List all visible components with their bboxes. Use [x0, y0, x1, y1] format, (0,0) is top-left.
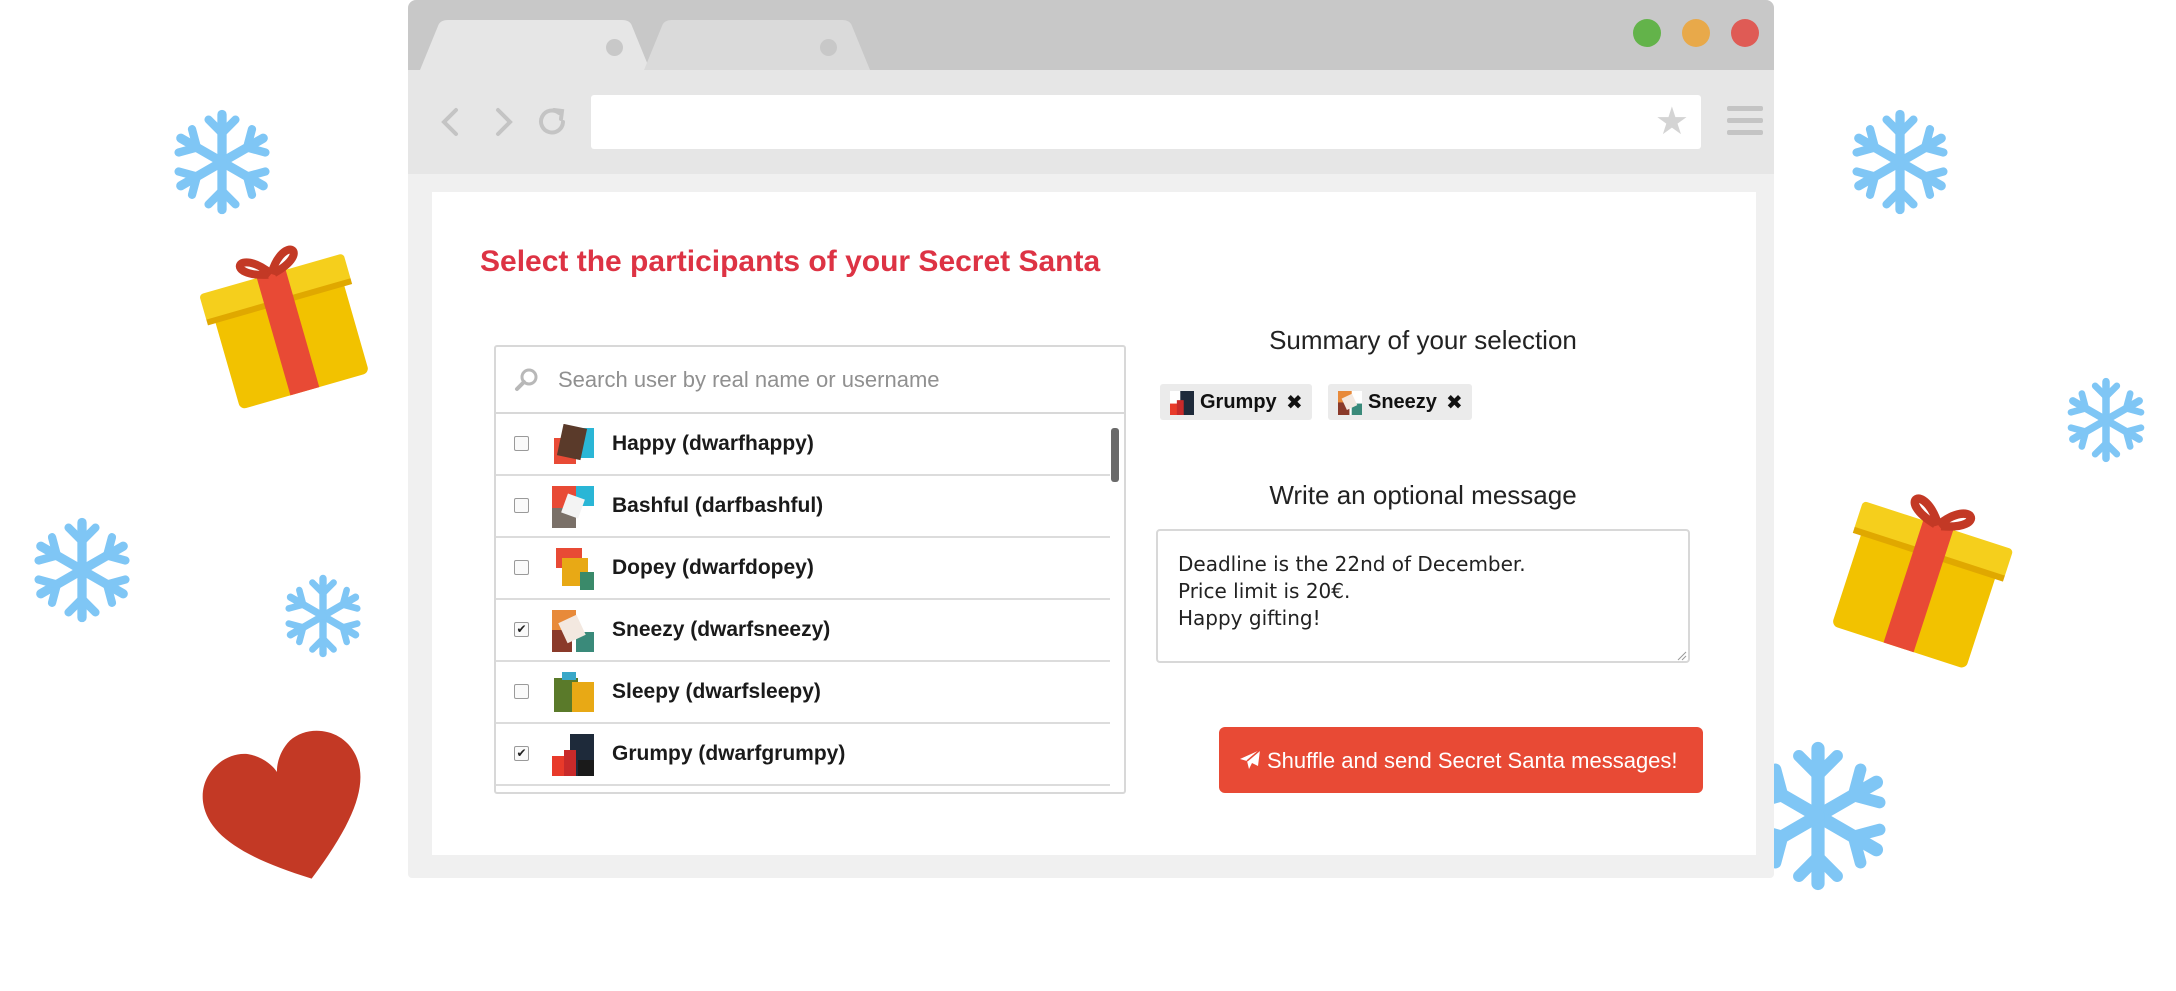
user-avatar	[552, 672, 594, 714]
user-picker: Happy (dwarfhappy) Bashful (darfbashful)…	[494, 345, 1126, 794]
user-checkbox[interactable]	[514, 436, 529, 451]
snowflake-icon	[1838, 100, 1962, 224]
browser-toolbar: ★	[408, 70, 1774, 174]
snowflake-icon	[160, 100, 284, 224]
hamburger-menu-icon[interactable]	[1727, 106, 1763, 138]
browser-tab-active[interactable]	[420, 20, 650, 70]
forward-arrow-icon[interactable]	[482, 102, 522, 142]
user-avatar	[552, 734, 594, 776]
user-name: Dopey (dwarfdopey)	[612, 556, 814, 579]
heart-icon	[202, 730, 361, 879]
browser-titlebar	[408, 0, 1774, 70]
search-input[interactable]	[556, 359, 1100, 401]
scrollbar-thumb[interactable]	[1111, 428, 1119, 482]
user-row-dopey[interactable]: Dopey (dwarfdopey)	[496, 538, 1110, 600]
user-row-bashful[interactable]: Bashful (darfbashful)	[496, 476, 1110, 538]
tab-close-icon[interactable]	[606, 39, 623, 56]
user-list-scrollbar[interactable]	[1108, 414, 1122, 790]
paper-plane-icon	[1240, 749, 1261, 769]
address-bar[interactable]: ★	[591, 95, 1701, 149]
page-title: Select the participants of your Secret S…	[480, 245, 1101, 278]
chip-label: Grumpy	[1200, 391, 1277, 413]
user-name: Bashful (darfbashful)	[612, 494, 824, 517]
reload-icon[interactable]	[532, 102, 572, 142]
user-row-happy[interactable]: Happy (dwarfhappy)	[496, 414, 1110, 476]
browser-tab[interactable]	[644, 20, 870, 70]
user-list: Happy (dwarfhappy) Bashful (darfbashful)…	[496, 414, 1110, 786]
window-close-button[interactable]	[1731, 19, 1759, 47]
shuffle-send-button[interactable]: Shuffle and send Secret Santa messages!	[1219, 727, 1703, 793]
search-icon	[515, 368, 538, 391]
user-avatar	[552, 548, 594, 590]
page-content: Select the participants of your Secret S…	[432, 192, 1756, 855]
remove-icon[interactable]: ✖	[1286, 390, 1303, 414]
window-minimize-button[interactable]	[1682, 19, 1710, 47]
user-row-grumpy[interactable]: ✔ Grumpy (dwarfgrumpy)	[496, 724, 1110, 786]
gift-icon	[1833, 494, 2013, 668]
user-name: Happy (dwarfhappy)	[612, 432, 814, 455]
user-name: Grumpy (dwarfgrumpy)	[612, 742, 846, 765]
search-row	[496, 347, 1124, 414]
user-checkbox[interactable]: ✔	[514, 622, 529, 637]
snowflake-icon	[20, 508, 144, 632]
send-button-label: Shuffle and send Secret Santa messages!	[1267, 748, 1678, 773]
user-name: Sleepy (dwarfsleepy)	[612, 680, 821, 703]
browser-window: ★ Select the participants of your Secret…	[408, 0, 1774, 878]
user-name: Sneezy (dwarfsneezy)	[612, 618, 831, 641]
resize-handle-icon[interactable]	[1677, 651, 1687, 661]
tab-close-icon[interactable]	[820, 39, 837, 56]
user-avatar	[552, 486, 594, 528]
message-textarea[interactable]: Deadline is the 22nd of December. Price …	[1156, 529, 1690, 663]
window-maximize-button[interactable]	[1633, 19, 1661, 47]
summary-heading: Summary of your selection	[1269, 325, 1577, 355]
selected-chip-sneezy: Sneezy ✖	[1328, 384, 1472, 420]
selected-chip-grumpy: Grumpy ✖	[1160, 384, 1312, 420]
bookmark-star-icon[interactable]: ★	[1655, 101, 1689, 141]
message-heading: Write an optional message	[1269, 480, 1577, 510]
gift-icon	[200, 245, 368, 409]
user-checkbox[interactable]	[514, 498, 529, 513]
user-checkbox[interactable]	[514, 560, 529, 575]
user-checkbox[interactable]	[514, 684, 529, 699]
user-avatar	[552, 424, 594, 466]
user-row-sleepy[interactable]: Sleepy (dwarfsleepy)	[496, 662, 1110, 724]
remove-icon[interactable]: ✖	[1446, 390, 1463, 414]
chip-label: Sneezy	[1368, 391, 1437, 413]
user-row-sneezy[interactable]: ✔ Sneezy (dwarfsneezy)	[496, 600, 1110, 662]
user-avatar	[1170, 391, 1194, 415]
user-avatar	[1338, 391, 1362, 415]
user-checkbox[interactable]: ✔	[514, 746, 529, 761]
snowflake-icon	[274, 567, 372, 665]
user-avatar	[552, 610, 594, 652]
back-arrow-icon[interactable]	[432, 102, 472, 142]
snowflake-icon	[2056, 370, 2156, 470]
